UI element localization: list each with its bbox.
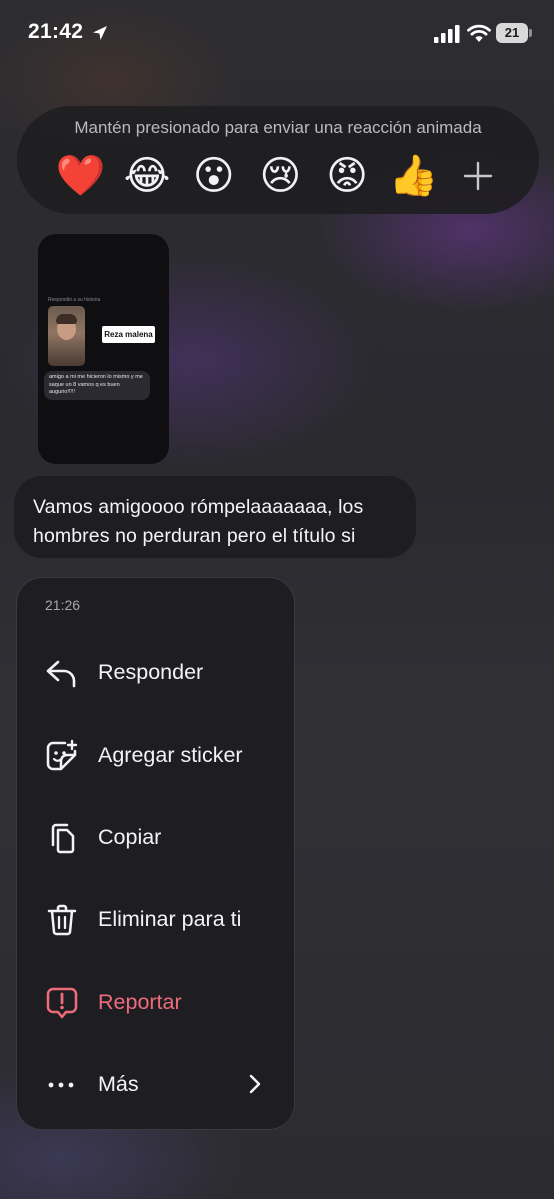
story-photo [48,306,85,366]
reaction-laughing[interactable]: 😂 [114,148,181,204]
reaction-surprised[interactable]: 😮 [180,148,247,204]
report-icon [46,987,78,1019]
reaction-crying[interactable]: 😢 [247,148,314,204]
reaction-hint: Mantén presionado para enviar una reacci… [74,118,482,137]
menu-label-report: Reportar [98,990,182,1014]
menu-item-report[interactable]: Reportar [17,970,294,1034]
menu-label-add-sticker: Agregar sticker [98,743,243,767]
chevron-right-icon [249,1074,261,1094]
status-time: 21:42 [28,20,84,43]
menu-item-reply[interactable]: Responder [17,640,294,704]
reaction-bar: Mantén presionado para enviar una reacci… [17,106,539,214]
reaction-heart[interactable]: ❤️ [47,148,114,204]
message-bubble[interactable]: Vamos amigoooo rómpelaaaaaaa, los hombre… [14,476,416,558]
battery-tip [529,29,532,37]
story-reply-thumbnail[interactable]: Respondió a su historia Reza malena amig… [38,234,169,464]
message-time: 21:26 [45,597,81,613]
reaction-list: ❤️ 😂 😮 😢 😡 👍 [47,148,447,204]
message-text: Vamos amigoooo rómpelaaaaaaa, los hombre… [33,496,364,547]
menu-item-more[interactable]: Más [17,1052,294,1116]
message-context-menu: 21:26 Responder Agregar sticker Copiar E… [16,577,295,1130]
reply-icon [46,660,76,688]
copy-icon [51,823,75,854]
story-sticker: Reza malena [102,326,155,343]
status-bar: 21:42 21 [0,0,554,66]
sticker-icon [46,739,78,771]
menu-item-copy[interactable]: Copiar [17,805,294,869]
menu-label-more: Más [98,1072,139,1096]
story-photo-hair [56,314,77,324]
battery-level: 21 [496,23,528,43]
reaction-angry[interactable]: 😡 [314,148,381,204]
menu-label-delete: Eliminar para ti [98,907,242,931]
battery-indicator: 21 [496,23,532,43]
trash-icon [47,904,77,936]
reaction-thumbs-up[interactable]: 👍 [380,148,447,204]
location-arrow-icon [93,26,107,40]
story-reply-text: amigo a mi me hicieron lo mismo y me saq… [44,371,150,400]
menu-item-add-sticker[interactable]: Agregar sticker [17,723,294,787]
plus-icon[interactable] [460,158,496,194]
menu-label-copy: Copiar [98,825,162,849]
story-caption: Respondió a su historia [48,297,101,303]
menu-label-reply: Responder [98,660,204,684]
more-dots-icon [48,1082,74,1088]
cellular-signal-icon [434,25,460,43]
wifi-icon [467,24,491,42]
menu-item-delete[interactable]: Eliminar para ti [17,887,294,951]
